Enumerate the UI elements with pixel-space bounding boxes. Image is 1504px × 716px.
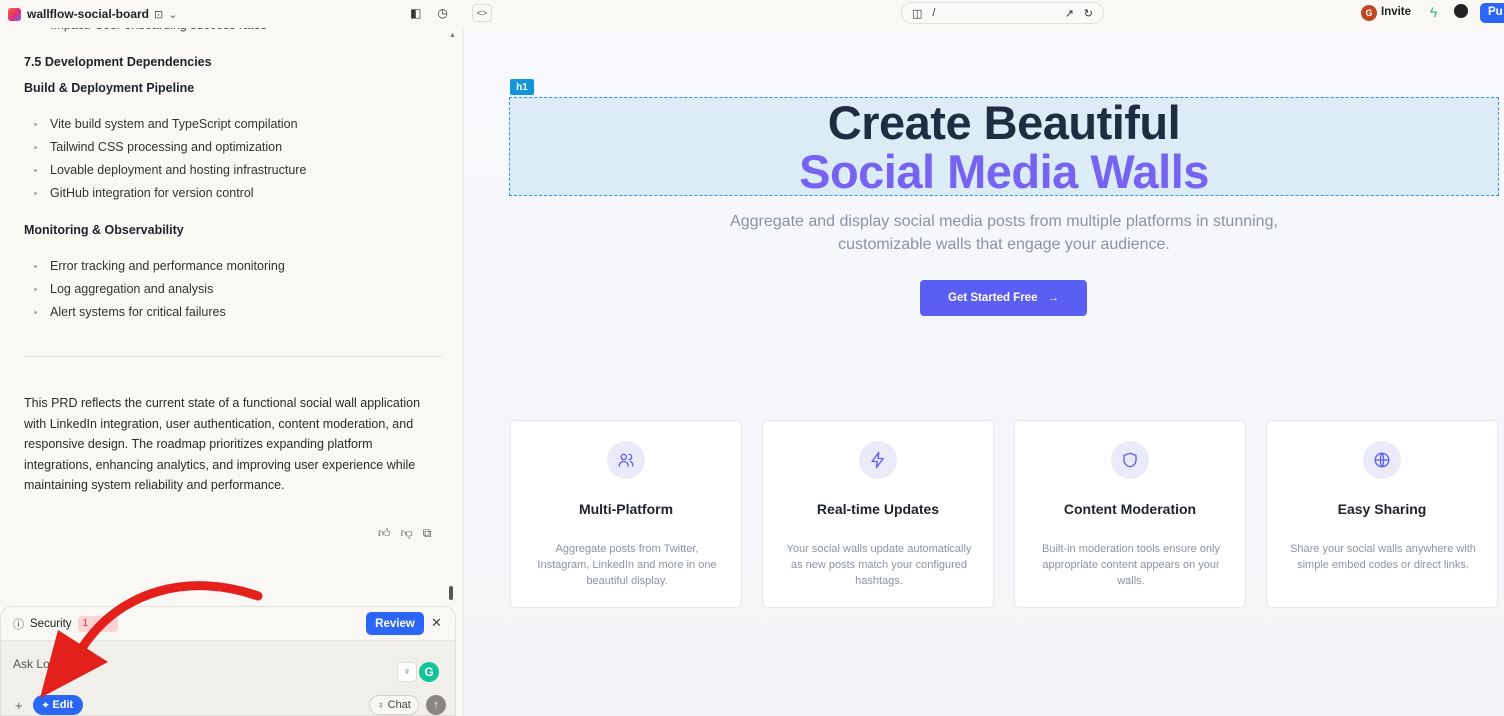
edit-mode-button[interactable]: ⌖ Edit (33, 695, 83, 715)
copy-icon[interactable]: ⧉ (423, 526, 432, 541)
hero-title-line2: Social Media Walls (799, 145, 1209, 198)
history-icon[interactable]: ◷ (438, 6, 448, 20)
send-button[interactable]: ↑ (426, 695, 446, 715)
card-description: Aggregate posts from Twitter, Instagram,… (537, 543, 717, 587)
feature-card-multi-platform: Multi-Platform Aggregate posts from Twit… (510, 420, 742, 608)
open-external-icon[interactable]: ↗ (1065, 7, 1074, 20)
device-icon[interactable]: ◫ (912, 7, 922, 20)
lovable-logo-icon (8, 7, 21, 21)
project-header: wallflow-social-board ⊡ ⌄ ◧ ◷ (0, 0, 464, 28)
list-item: Vite build system and TypeScript compila… (24, 115, 444, 138)
prompt-input[interactable]: Ask Lov (13, 657, 56, 671)
build-list: Vite build system and TypeScript compila… (24, 115, 444, 207)
list-item: Alert systems for critical failures (24, 303, 444, 326)
chevron-down-icon[interactable]: ⌄ (168, 8, 177, 21)
card-description: Share your social walls anywhere with si… (1290, 543, 1476, 571)
card-description: Your social walls update automatically a… (786, 543, 972, 587)
lightbulb-icon: ♁ (377, 699, 385, 711)
list-item: Log aggregation and analysis (24, 280, 444, 303)
hero-title-line1: Create Beautiful (827, 96, 1181, 149)
scroll-up-arrow-icon[interactable]: ▲ (449, 32, 456, 39)
info-icon: ⓘ (13, 618, 24, 631)
monitoring-heading: Monitoring & Observability (24, 223, 184, 237)
security-label: Security (30, 617, 72, 630)
card-description: Built-in moderation tools ensure only ap… (1042, 543, 1220, 587)
app-preview: h1 Create Beautiful Social Media Walls A… (464, 32, 1504, 716)
grammarly-bulb-icon[interactable]: ♀ (397, 662, 417, 682)
list-item: Error tracking and performance monitorin… (24, 257, 444, 280)
feature-card-sharing: Easy Sharing Share your social walls any… (1266, 420, 1498, 608)
url-path: / (932, 7, 936, 19)
select-cursor-icon: ⌖ (42, 699, 49, 711)
prd-document: Impact: User onboarding success rates 7.… (24, 24, 444, 554)
security-banner: ⓘ Security 1 Review ✕ (1, 607, 455, 641)
arrow-right-icon: → (1047, 292, 1059, 304)
feature-card-real-time: Real-time Updates Your social walls upda… (762, 420, 994, 608)
card-title: Real-time Updates (816, 501, 940, 517)
chat-label: Chat (387, 699, 411, 711)
sidebar-toggle-icon[interactable]: ◧ (410, 6, 421, 20)
thumbs-up-icon[interactable]: 👍︎ (378, 526, 391, 541)
project-name[interactable]: wallflow-social-board (27, 7, 149, 21)
scrollbar-thumb[interactable] (449, 586, 453, 600)
message-actions: 👍︎ 👎︎ ⧉ (378, 526, 431, 541)
card-title: Multi-Platform (578, 501, 674, 517)
list-item: GitHub integration for version control (24, 184, 444, 207)
list-item: Tailwind CSS processing and optimization (24, 138, 444, 161)
bolt-icon (859, 441, 897, 479)
refresh-icon[interactable]: ↻ (1084, 7, 1093, 20)
build-heading: Build & Deployment Pipeline (24, 81, 195, 95)
divider (24, 356, 442, 357)
feature-card-moderation: Content Moderation Built-in moderation t… (1014, 420, 1246, 608)
preview-toolbar: <> ◫ / ↗ ↻ G Invite ϟ Pu (464, 0, 1504, 32)
composer: ⓘ Security 1 Review ✕ Ask Lov ♀ G + ⌖ Ed… (0, 606, 456, 716)
invite-button[interactable]: Invite (1381, 6, 1411, 18)
shield-icon (1111, 441, 1149, 479)
get-started-button[interactable]: Get Started Free → (920, 280, 1087, 316)
monitoring-list: Error tracking and performance monitorin… (24, 257, 444, 326)
users-icon (607, 441, 645, 479)
card-title: Content Moderation (1063, 501, 1197, 517)
summary-paragraph: This PRD reflects the current state of a… (24, 396, 421, 492)
chat-panel: wallflow-social-board ⊡ ⌄ ◧ ◷ ▲ Impact: … (0, 0, 464, 716)
globe-icon (1363, 441, 1401, 479)
publish-button[interactable]: Pu (1480, 3, 1504, 23)
list-item: Lovable deployment and hosting infrastru… (24, 161, 444, 184)
supabase-bolt-icon[interactable]: ϟ (1430, 4, 1437, 20)
code-view-icon[interactable]: <> (472, 4, 492, 22)
close-icon[interactable]: ✕ (431, 615, 442, 631)
security-badge: 1 (77, 615, 118, 632)
thumbs-down-icon[interactable]: 👎︎ (401, 526, 413, 541)
avatar[interactable]: G (1361, 5, 1377, 21)
github-icon[interactable] (1454, 4, 1468, 18)
h1-selection-tag: h1 (510, 79, 534, 95)
card-title: Easy Sharing (1337, 501, 1427, 517)
grammarly-icon[interactable]: G (419, 662, 439, 682)
attach-plus-icon[interactable]: + (15, 698, 23, 713)
review-button[interactable]: Review (366, 612, 424, 635)
edit-label: Edit (52, 699, 74, 711)
cta-label: Get Started Free (948, 292, 1038, 304)
hero-subtitle: Aggregate and display social media posts… (730, 213, 1278, 253)
lock-icon: ⊡ (154, 8, 164, 21)
section-heading: 7.5 Development Dependencies (24, 55, 212, 69)
chat-mode-button[interactable]: ♁ Chat (369, 695, 419, 715)
url-bar[interactable]: ◫ / ↗ ↻ (901, 2, 1104, 24)
